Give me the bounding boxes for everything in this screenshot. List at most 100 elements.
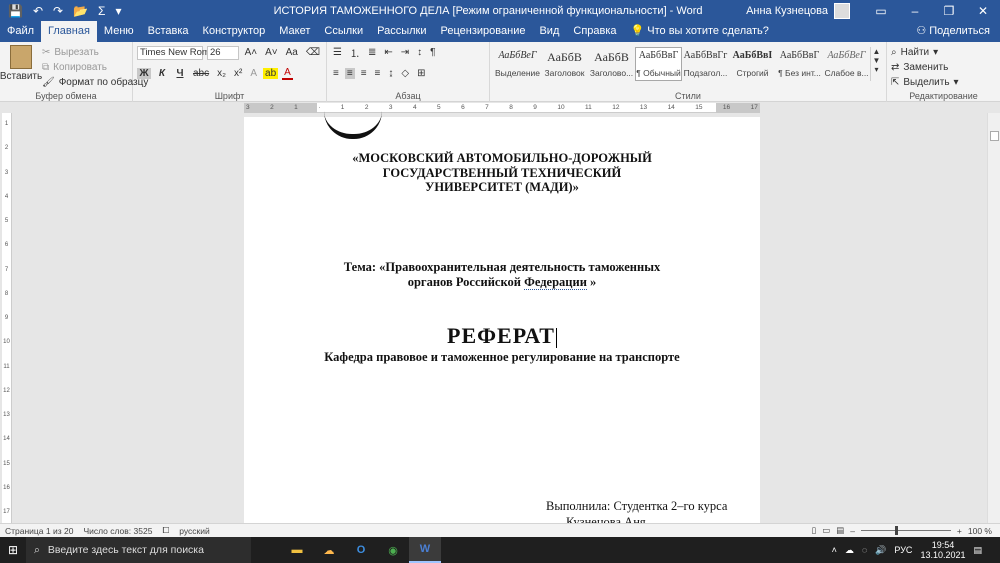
page-count[interactable]: Страница 1 из 20 [0, 526, 78, 536]
tab-review[interactable]: Рецензирование [434, 21, 533, 42]
tab-file[interactable]: Файл [0, 21, 41, 42]
font-name-select[interactable]: Times New Rom [137, 45, 210, 60]
onedrive-icon[interactable]: ☁ [845, 545, 854, 556]
shrink-font-icon[interactable]: A˅ [263, 47, 280, 58]
style-emphasis[interactable]: АаБбВеГ Выделение [494, 47, 541, 81]
pilcrow-icon[interactable]: ¶ [428, 47, 437, 58]
chevron-up-icon[interactable]: ▲ [873, 47, 881, 56]
print-layout-icon[interactable]: ▭ [822, 525, 830, 536]
style-subtitle[interactable]: АаБбВвГг Подзагол... [682, 47, 729, 81]
scrollbar-thumb[interactable] [990, 131, 999, 141]
ribbon-display-icon[interactable]: ▭ [864, 4, 898, 18]
tab-mailings[interactable]: Рассылки [370, 21, 433, 42]
tab-references[interactable]: Ссылки [317, 21, 370, 42]
vertical-scrollbar[interactable] [987, 113, 1000, 523]
document-page[interactable]: «МОСКОВСКИЙ АВТОМОБИЛЬНО-ДОРОЖНЫЙ ГОСУДА… [244, 117, 760, 529]
undo-icon[interactable]: ↶ [33, 4, 43, 18]
network-icon[interactable]: ◌ [862, 545, 867, 555]
tell-me-search[interactable]: 💡 Что вы хотите сделать? [624, 21, 776, 42]
volume-icon[interactable]: 🔊 [875, 545, 886, 556]
decrease-indent-icon[interactable]: ⇤ [382, 47, 394, 58]
taskbar-search[interactable]: ⌕ Введите здесь текст для поиска [26, 537, 251, 563]
multilevel-list-icon[interactable]: ≣ [366, 47, 378, 58]
style-heading2[interactable]: АаБбВ Заголово... [588, 47, 635, 81]
shading-icon[interactable]: ◇ [399, 68, 411, 79]
numbering-icon[interactable]: ⒈ [348, 45, 362, 60]
chevron-down-icon[interactable]: ▼ [873, 56, 881, 65]
font-color-icon[interactable]: A [282, 67, 293, 80]
zoom-level[interactable]: 100 % [968, 526, 992, 536]
line-spacing-icon[interactable]: ↨ [386, 68, 395, 79]
tab-view[interactable]: Вид [532, 21, 566, 42]
find-button[interactable]: ⌕ Найти ▾ [891, 45, 996, 60]
tab-help[interactable]: Справка [566, 21, 623, 42]
windows-start-icon[interactable]: ⊞ [0, 543, 26, 557]
style-no-spacing[interactable]: АаБбВвГ ¶ Без инт... [776, 47, 823, 81]
redo-icon[interactable]: ↷ [53, 4, 63, 18]
sum-icon[interactable]: Σ [98, 4, 105, 18]
subscript-icon[interactable]: x₂ [215, 68, 228, 79]
user-account[interactable]: Анна Кузнецова [746, 2, 850, 19]
justify-icon[interactable]: ≡ [373, 68, 383, 79]
more-styles-icon[interactable]: ▾ [874, 65, 878, 74]
bold-icon[interactable]: Ж [137, 68, 151, 79]
zoom-in-icon[interactable]: + [957, 526, 962, 536]
select-button[interactable]: ⇱ Выделить ▾ [891, 75, 996, 90]
web-layout-icon[interactable]: ▤ [836, 525, 844, 536]
zoom-knob[interactable] [894, 526, 898, 535]
paste-button[interactable]: Вставить [0, 45, 42, 90]
font-size-select[interactable]: 26 [207, 45, 239, 60]
borders-icon[interactable]: ⊞ [415, 68, 427, 79]
weather-icon[interactable]: ☁ [313, 537, 345, 563]
zoom-slider[interactable] [860, 526, 951, 535]
highlight-icon[interactable]: ab [263, 68, 279, 79]
save-icon[interactable]: 💾 [8, 4, 23, 18]
avatar[interactable] [834, 2, 850, 19]
tab-insert[interactable]: Вставка [141, 21, 196, 42]
chrome-icon[interactable]: ◉ [377, 537, 409, 563]
sort-icon[interactable]: ↕ [415, 47, 424, 58]
share-button[interactable]: ⚇ Поделиться [916, 21, 990, 42]
clock[interactable]: 19:54 13.10.2021 [920, 540, 965, 560]
horizontal-ruler[interactable]: 3 2 1 · 1 2 3 4 5 6 7 8 9 10 11 12 13 14 15 16 17 [244, 103, 760, 113]
keyboard-language[interactable]: РУС [894, 545, 912, 555]
strikethrough-icon[interactable]: abc [191, 68, 211, 79]
minimize-icon[interactable]: – [898, 4, 932, 18]
replace-button[interactable]: ⇄ Заменить [891, 60, 996, 75]
word-count[interactable]: Число слов: 3525 [78, 526, 157, 536]
align-left-icon[interactable]: ≡ [331, 68, 341, 79]
open-icon[interactable]: 📂 [73, 4, 88, 18]
styles-scroll[interactable]: ▲ ▼ ▾ [870, 47, 882, 81]
customize-qat-icon[interactable]: ▾ [115, 4, 121, 18]
superscript-icon[interactable]: x² [232, 68, 244, 79]
tab-home[interactable]: Главная [41, 21, 97, 42]
align-center-icon[interactable]: ≡ [344, 68, 355, 79]
notifications-icon[interactable]: ▤ [973, 545, 982, 556]
style-normal[interactable]: АаБбВвГ ¶ Обычный [635, 47, 682, 81]
read-mode-icon[interactable]: ▯ [811, 525, 816, 536]
text-effects-icon[interactable]: A [248, 68, 259, 79]
clear-format-icon[interactable]: ⌫ [304, 47, 322, 58]
close-icon[interactable]: ✕ [966, 4, 1000, 18]
restore-icon[interactable]: ❐ [932, 4, 966, 18]
italic-icon[interactable]: К [155, 68, 169, 79]
vertical-ruler[interactable]: 1 2 3 4 5 6 7 8 9 10 11 12 13 14 15 16 17 [2, 113, 12, 523]
increase-indent-icon[interactable]: ⇥ [399, 47, 411, 58]
style-heading1[interactable]: АаБбВ Заголовок [541, 47, 588, 81]
tab-layout[interactable]: Макет [272, 21, 317, 42]
tab-menu[interactable]: Меню [97, 21, 141, 42]
grow-font-icon[interactable]: A˄ [243, 47, 260, 58]
style-subtle-emphasis[interactable]: АаБбВеГ Слабое в... [823, 47, 870, 81]
tray-chevron-icon[interactable]: ˄ [832, 545, 837, 555]
tab-design[interactable]: Конструктор [196, 21, 273, 42]
file-explorer-icon[interactable]: ▬ [281, 537, 313, 563]
underline-icon[interactable]: Ч [173, 68, 187, 79]
change-case-icon[interactable]: Aa [284, 47, 300, 58]
style-strong[interactable]: АаБбВвI Строгий [729, 47, 776, 81]
language-indicator[interactable]: русский [174, 526, 215, 536]
proofing-icon[interactable]: ⧠ [157, 525, 174, 536]
bullets-icon[interactable]: ☰ [331, 47, 344, 58]
zoom-out-icon[interactable]: – [850, 526, 855, 536]
outlook-icon[interactable]: O [345, 537, 377, 563]
word-icon[interactable]: W [409, 537, 441, 563]
